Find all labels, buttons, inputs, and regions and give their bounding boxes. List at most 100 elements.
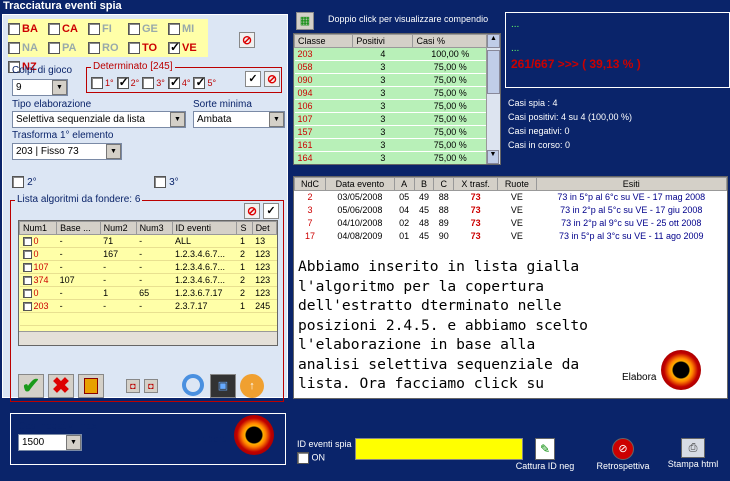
- column-header[interactable]: Data evento: [324, 177, 395, 191]
- table-cell: 4: [352, 47, 413, 61]
- column-header[interactable]: Casi %: [412, 34, 488, 48]
- det-checkbox[interactable]: 2°: [116, 75, 139, 89]
- table-row[interactable]: 192375,00 %: [295, 165, 488, 166]
- confirm-icon[interactable]: ✔: [18, 374, 44, 398]
- table-row[interactable]: 161 3 75,00 %: [294, 138, 488, 152]
- clear-wheels-button[interactable]: ⊘: [239, 32, 255, 48]
- wheel-na-checkbox[interactable]: NA: [8, 38, 48, 57]
- column-header[interactable]: Esiti: [535, 177, 727, 191]
- det-clear-button[interactable]: ⊘: [264, 71, 280, 87]
- column-header[interactable]: Num1: [19, 221, 58, 235]
- det-checkbox[interactable]: 3°: [142, 77, 165, 89]
- det-check-button[interactable]: ✓: [245, 71, 261, 87]
- column-header[interactable]: C: [433, 177, 455, 191]
- stampa-button[interactable]: ⎙ Stampa html: [662, 438, 724, 470]
- chevron-down-icon: ▼: [52, 80, 67, 95]
- table-cell: 01: [399, 231, 410, 241]
- table-row[interactable]: 106 3 75,00 %: [294, 99, 488, 113]
- trasforma-select[interactable]: 203 | Fisso 73 ▼: [12, 143, 122, 160]
- column-header[interactable]: Det: [251, 221, 277, 235]
- column-header[interactable]: X trasf.: [453, 177, 499, 191]
- table-row[interactable]: 374 107- -1.2.3.4.6.7... 2 123: [19, 273, 277, 287]
- wheel-mi-checkbox[interactable]: MI: [168, 19, 208, 38]
- det-checkbox[interactable]: 4°: [167, 75, 190, 89]
- summary-dots1: ...: [511, 19, 520, 30]
- tipo-select[interactable]: Selettiva sequenziale da lista ▼: [12, 111, 186, 128]
- table-cell: 04/10/2008: [337, 218, 383, 228]
- printer-icon: ⎙: [681, 438, 705, 458]
- table-row[interactable]: 0-167-1.2.3.4.6.7... 2 123: [19, 247, 277, 261]
- wheel-fi-checkbox[interactable]: FI: [88, 19, 128, 38]
- wheel-ve-checkbox[interactable]: VE: [168, 38, 208, 57]
- classe-scrollbar[interactable]: ▲ ▼: [486, 34, 500, 164]
- table-row[interactable]: 107- - -1.2.3.4.6.7... 1 123: [19, 260, 277, 274]
- up-icon[interactable]: ◘: [126, 379, 140, 393]
- table-cell: 89: [438, 218, 449, 228]
- wheel-ge-checkbox[interactable]: GE: [128, 19, 168, 38]
- down-icon[interactable]: ◘: [144, 379, 158, 393]
- lista-scrollbar[interactable]: [19, 331, 277, 345]
- table-row[interactable]: 0-1 65 1.2.3.6.7.17 2 123: [19, 286, 277, 300]
- table-row[interactable]: 7 04/10/2008 02 48 89 73 VE 73 in 2°p al 9°c su…: [295, 217, 727, 230]
- wheel-pa-checkbox[interactable]: PA: [48, 38, 88, 57]
- retro-button[interactable]: ⊘ Retrospettiva: [590, 438, 656, 472]
- refresh-icon[interactable]: [180, 374, 206, 398]
- table-row[interactable]: 0-71- ALL 1 13: [19, 234, 277, 248]
- arrow-up-icon[interactable]: ↑: [240, 374, 264, 398]
- column-header[interactable]: S: [236, 221, 253, 235]
- column-header[interactable]: ID eventi: [171, 221, 238, 235]
- table-cell: 90: [438, 231, 449, 241]
- colpi-select[interactable]: 9 ▼: [12, 79, 68, 96]
- table-cell: 123: [252, 286, 277, 300]
- table-row[interactable]: 17 04/08/2009 01 45 90 73 VE 73 in 5°p al 3°c s…: [295, 230, 727, 243]
- table-row[interactable]: 203 4 100,00 %: [294, 47, 488, 61]
- column-header[interactable]: Ruote: [497, 177, 537, 191]
- wheel-ba-checkbox[interactable]: BA: [8, 19, 48, 38]
- table-cell: -: [56, 286, 101, 300]
- table-row[interactable]: 203- - -2.3.7.17 1 245: [19, 299, 277, 313]
- column-header[interactable]: Base ...: [56, 221, 101, 235]
- id-eventi-on-checkbox[interactable]: ON: [297, 452, 325, 464]
- table-cell: 107: [19, 260, 57, 274]
- elabora-button[interactable]: [234, 415, 274, 455]
- elabora2-button[interactable]: [661, 350, 701, 390]
- casi-neg-select[interactable]: 1500 ▼: [18, 434, 82, 451]
- id-eventi-input[interactable]: [355, 438, 523, 460]
- wheel-to-checkbox[interactable]: TO: [128, 38, 168, 57]
- table-cell: 374: [19, 273, 57, 287]
- lista-check-button[interactable]: ✓: [263, 203, 279, 219]
- table-row[interactable]: 164 3 75,00 %: [294, 151, 488, 164]
- column-header[interactable]: Num2: [99, 221, 137, 235]
- save-icon[interactable]: ▣: [210, 374, 236, 398]
- tutorial-overlay: Abbiamo inserito in lista gialla l'algor…: [298, 258, 588, 392]
- option-3-checkbox[interactable]: 3°: [154, 176, 179, 189]
- table-row[interactable]: 094 3 75,00 %: [294, 86, 488, 100]
- column-header[interactable]: Num3: [135, 221, 173, 235]
- wheel-ro-checkbox[interactable]: RO: [88, 38, 128, 57]
- column-header[interactable]: Classe: [294, 34, 354, 48]
- table-cell: 03/05/2008: [337, 192, 383, 203]
- table-row[interactable]: 090 3 75,00 %: [294, 73, 488, 87]
- table-cell: 3: [352, 99, 413, 113]
- table-row[interactable]: 157 3 75,00 %: [294, 125, 488, 139]
- column-header[interactable]: Positivi: [352, 34, 414, 48]
- column-header[interactable]: B: [413, 177, 435, 191]
- table-row[interactable]: 058 3 75,00 %: [294, 60, 488, 74]
- option-2-checkbox[interactable]: 2°: [12, 176, 37, 189]
- lista-clear-button[interactable]: ⊘: [244, 203, 260, 219]
- table-row[interactable]: 3 05/06/2008 04 45 88 73 VE 73 in 2°p al 5°c su…: [295, 204, 727, 217]
- trash-icon[interactable]: [78, 374, 104, 398]
- det-checkbox[interactable]: 1°: [91, 77, 114, 89]
- table-row[interactable]: 107 3 75,00 %: [294, 112, 488, 126]
- column-header[interactable]: A: [393, 177, 415, 191]
- compendio-icon[interactable]: ▦: [296, 12, 314, 30]
- delete-icon[interactable]: ✖: [48, 374, 74, 398]
- table-cell: 73: [470, 231, 481, 241]
- wheel-ca-checkbox[interactable]: CA: [48, 19, 88, 38]
- cattura-button[interactable]: ✎ Cattura ID neg: [512, 438, 578, 472]
- sorte-select[interactable]: Ambata ▼: [193, 111, 285, 128]
- column-header[interactable]: NdC: [294, 177, 326, 191]
- table-row[interactable]: 2 03/05/2008 05 49 88 73 VE 73 in 5°p al 6°c su…: [295, 191, 727, 204]
- chevron-down-icon: ▼: [170, 112, 185, 127]
- det-checkbox[interactable]: 5°: [193, 75, 216, 89]
